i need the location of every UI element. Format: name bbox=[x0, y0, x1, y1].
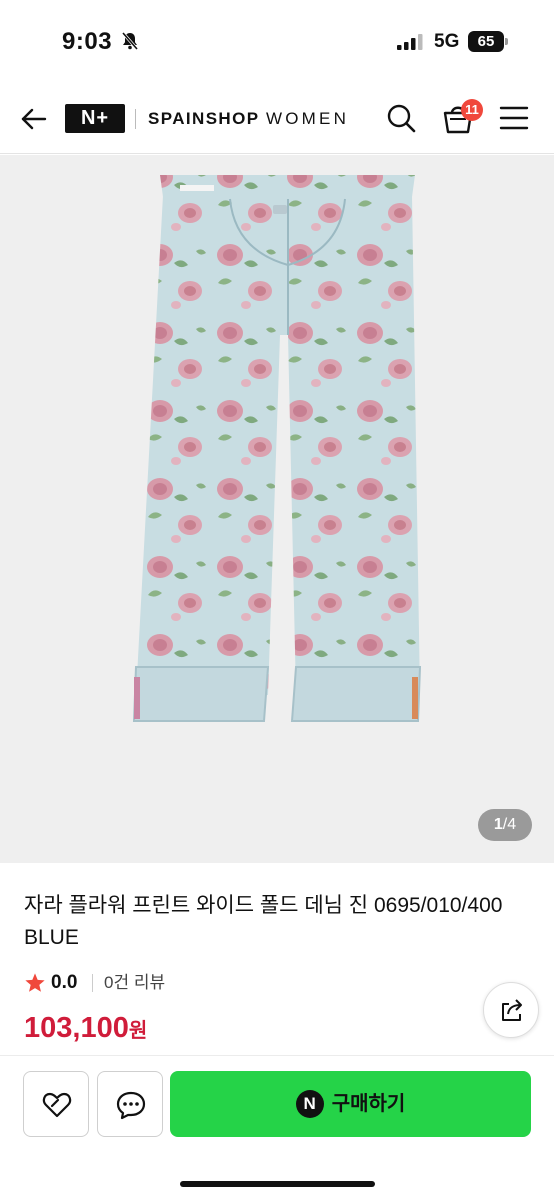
search-icon[interactable] bbox=[385, 102, 417, 134]
logo-text: N+ bbox=[80, 107, 110, 129]
npay-logo-icon: N bbox=[295, 1090, 324, 1118]
product-title: 자라 플라워 프린트 와이드 폴드 데님 진 0695/010/400 BLUE bbox=[24, 894, 503, 949]
rating-divider bbox=[92, 974, 93, 992]
buy-button-content: N 구매하기 bbox=[170, 1071, 531, 1137]
cart-count-badge: 11 bbox=[461, 99, 483, 121]
hamburger-menu-icon[interactable] bbox=[499, 104, 529, 132]
rating-value: 0.0 bbox=[51, 972, 78, 993]
product-price: 103,100원 bbox=[24, 1012, 147, 1045]
product-gallery[interactable]: 1/4 bbox=[0, 155, 554, 863]
buy-button-label: 구매하기 bbox=[331, 1093, 406, 1115]
share-icon bbox=[502, 999, 522, 1021]
gallery-current: 1 bbox=[493, 816, 503, 833]
price-currency: 원 bbox=[128, 1020, 148, 1042]
home-indicator[interactable] bbox=[180, 1181, 375, 1187]
bell-off-icon bbox=[121, 32, 139, 50]
buy-button[interactable]: N 구매하기 bbox=[170, 1071, 531, 1137]
signal-icon bbox=[397, 34, 423, 50]
bottom-action-bar: N 구매하기 bbox=[0, 1055, 554, 1200]
shop-subtitle[interactable]: WOMEN bbox=[266, 109, 349, 129]
share-button[interactable] bbox=[483, 982, 539, 1038]
heart-icon bbox=[42, 1092, 72, 1118]
gallery-page-counter: 1/4 bbox=[478, 809, 532, 841]
wishlist-button[interactable] bbox=[23, 1071, 89, 1137]
status-time: 9:03 bbox=[62, 28, 113, 55]
battery-icon: 65 bbox=[468, 31, 504, 52]
gallery-total: /4 bbox=[502, 816, 517, 833]
price-amount: 103,100 bbox=[24, 1012, 129, 1044]
network-label: 5G bbox=[434, 31, 460, 52]
review-count[interactable]: 0건 리뷰 bbox=[104, 970, 165, 996]
chat-button[interactable] bbox=[97, 1071, 163, 1137]
product-image bbox=[132, 175, 422, 722]
arrow-left-icon[interactable] bbox=[18, 103, 50, 135]
battery-cap bbox=[505, 38, 508, 45]
chat-bubble-icon bbox=[116, 1091, 146, 1120]
shop-name[interactable]: SPAINSHOP bbox=[148, 109, 259, 129]
logo-divider bbox=[135, 109, 136, 129]
shop-logo[interactable]: N+ bbox=[65, 104, 125, 133]
status-bar: 9:03 5G 65 bbox=[0, 0, 554, 82]
star-icon bbox=[25, 973, 45, 992]
battery-level: 65 bbox=[477, 33, 495, 50]
